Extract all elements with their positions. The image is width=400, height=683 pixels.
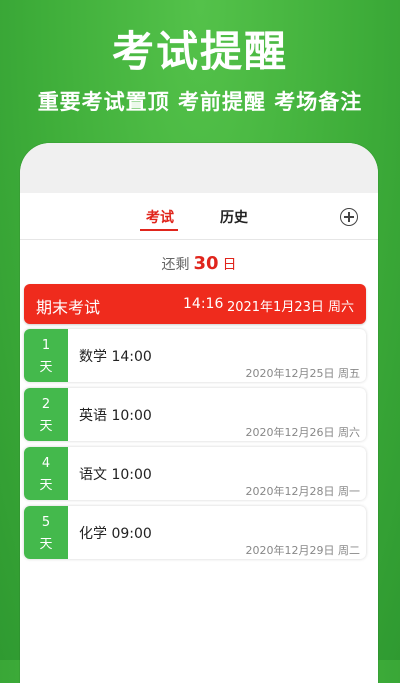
- exam-card[interactable]: 2 天 英语 10:00 2020年12月26日 周六: [24, 388, 366, 441]
- days-left-number: 4: [41, 456, 51, 471]
- days-left-badge: 1 天: [24, 329, 68, 382]
- exam-subject: 数学 14:00: [79, 349, 152, 365]
- exam-subject: 化学 09:00: [79, 526, 152, 542]
- promo-subtitle: 重要考试置顶 考前提醒 考场备注: [37, 90, 363, 114]
- tab-bar: 考试 历史: [20, 193, 378, 240]
- featured-exam-time: 14:16: [183, 296, 224, 312]
- exam-date: 2020年12月25日 周五: [245, 367, 361, 380]
- days-left-number: 5: [41, 515, 51, 530]
- remaining-unit: 日: [222, 257, 237, 273]
- exam-card[interactable]: 1 天 数学 14:00 2020年12月25日 周五: [24, 329, 366, 382]
- days-left-unit: 天: [39, 478, 53, 493]
- days-left-badge: 2 天: [24, 388, 68, 441]
- status-bar: [20, 143, 378, 193]
- plus-circle-icon[interactable]: [340, 208, 358, 226]
- exam-list: 1 天 数学 14:00 2020年12月25日 周五 2 天 英语 10:00…: [24, 329, 366, 565]
- exam-date: 2020年12月26日 周六: [245, 426, 361, 439]
- exam-subject: 语文 10:00: [79, 467, 152, 483]
- remaining-days: 30: [193, 253, 219, 274]
- phone-screen: 考试 历史 还剩 30 日 期末考试 14:16 2021年1月23日 周六 1 天…: [20, 143, 378, 683]
- exam-date: 2020年12月28日 周一: [245, 485, 361, 498]
- featured-exam-card[interactable]: 期末考试 14:16 2021年1月23日 周六: [24, 284, 366, 324]
- tab-exam[interactable]: 考试: [146, 207, 174, 227]
- days-left-unit: 天: [39, 419, 53, 434]
- exam-date: 2020年12月29日 周二: [245, 544, 361, 557]
- days-left-number: 2: [41, 397, 51, 412]
- days-left-unit: 天: [39, 360, 53, 375]
- days-left-badge: 4 天: [24, 447, 68, 500]
- days-left-number: 1: [41, 338, 51, 353]
- promo-title: 考试提醒: [111, 27, 288, 76]
- featured-exam-date: 2021年1月23日 周六: [226, 300, 354, 315]
- days-left-badge: 5 天: [24, 506, 68, 559]
- tab-history[interactable]: 历史: [220, 207, 248, 227]
- remaining-prefix: 还剩: [161, 257, 190, 273]
- exam-card[interactable]: 5 天 化学 09:00 2020年12月29日 周二: [24, 506, 366, 559]
- exam-card[interactable]: 4 天 语文 10:00 2020年12月28日 周一: [24, 447, 366, 500]
- active-tab-indicator: [140, 229, 178, 231]
- days-left-unit: 天: [39, 537, 53, 552]
- exam-subject: 英语 10:00: [79, 408, 152, 424]
- featured-exam-name: 期末考试: [36, 298, 101, 317]
- days-remaining: 还剩 30 日: [20, 253, 378, 274]
